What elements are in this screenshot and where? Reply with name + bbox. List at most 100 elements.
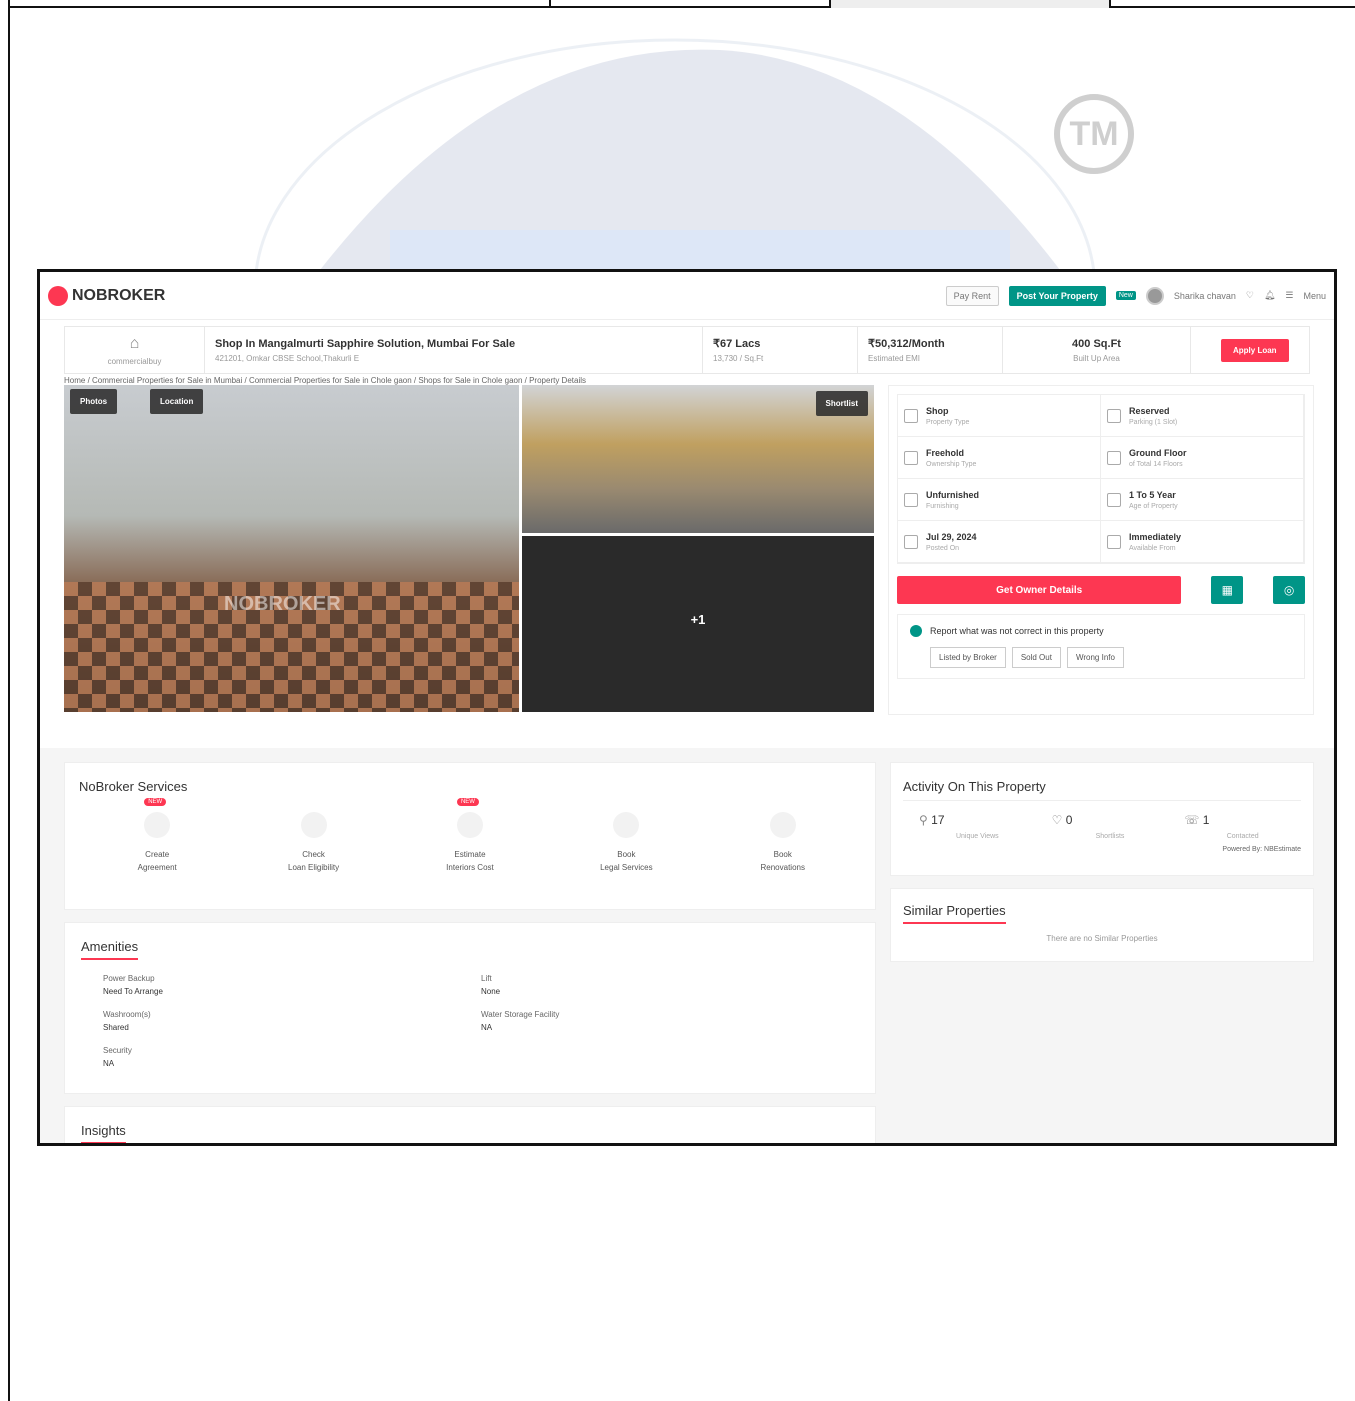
emi-label: Estimated EMI [868,354,921,363]
service-icon [613,812,640,838]
detail-label: Property Type [926,418,970,426]
photos-button[interactable]: Photos [70,389,118,414]
user-icon: ⚲ [919,813,928,827]
detail-cell: Unfurnished Furnishing [898,479,1101,521]
stat-value: 17 [931,813,945,827]
detail-label: Parking (1 Slot) [1129,418,1178,426]
detail-label: Ownership Type [926,460,977,468]
nobroker-logo[interactable]: NOBROKER [48,285,166,306]
amenity-value: None [481,987,501,996]
amenity-item: Power Backup Need To Arrange [103,974,481,996]
avatar[interactable] [1145,286,1164,305]
amenity-value: Need To Arrange [103,987,163,996]
globe-watermark [254,38,1096,270]
activity-stat: ☏ 1 Contacted [1168,813,1301,840]
post-property-button[interactable]: Post Your Property [1008,285,1106,306]
service-item[interactable]: Book Legal Services [581,812,671,872]
amenity-name: Water Storage Facility [481,1010,560,1019]
amenity-item: Washroom(s) Shared [103,1010,481,1032]
service-item[interactable]: NEW Create Agreement [112,798,202,872]
area-label: Built Up Area [1073,353,1120,363]
photo-watermark: NOBROKER [224,593,341,615]
bell-icon[interactable]: 🔔︎ [1264,290,1275,301]
emi-cell[interactable]: ₹50,312/Month Estimated EMI [858,327,1003,373]
category-cell: ⌂ commercialbuy [65,327,205,373]
detail-label: Age of Property [1129,502,1178,510]
phone-icon: ☏ [1184,813,1200,827]
shortlist-heart-icon[interactable]: ♡ [1246,290,1254,301]
info-icon [910,625,922,637]
stat-label: Contacted [1226,833,1259,840]
area-value: 400 Sq.Ft [1072,337,1121,350]
address: 421201, Omkar CBSE School,Thakurli E [215,353,360,363]
detail-cell: Reserved Parking (1 Slot) [1101,395,1304,437]
logo-text: NOBROKER [72,286,166,304]
detail-cell: Jul 29, 2024 Posted On [898,521,1101,563]
detail-value: Shop [926,405,949,416]
detail-value: Reserved [1129,405,1170,416]
trademark-watermark: TM [1054,94,1134,174]
more-photos-tile[interactable]: +1 [522,536,874,712]
menu-label[interactable]: Menu [1303,291,1326,301]
calendar-button[interactable]: ▦ [1211,576,1244,604]
secondary-photo[interactable]: Shortlist [522,385,874,533]
insights-title: Insights [81,1123,126,1143]
price-per-sqft: 13,730 / Sq.Ft [713,354,764,363]
detail-cell: Freehold Ownership Type [898,437,1101,479]
user-name[interactable]: Sharika chavan [1174,291,1236,301]
price-cell: ₹67 Lacs 13,730 / Sq.Ft [703,327,858,373]
service-label-line2: Legal Services [600,863,653,872]
price: ₹67 Lacs [713,338,761,350]
activity-card: Activity On This Property ⚲ 17 Unique Vi… [890,762,1314,876]
detail-label: Available From [1129,544,1176,552]
parking-icon [1107,408,1121,423]
service-item[interactable]: Book Renovations [738,812,828,872]
amenity-value: NA [103,1059,115,1068]
hamburger-icon[interactable]: ☰ [1285,290,1293,301]
detail-value: Unfurnished [926,489,979,500]
insights-card: Insights [64,1106,876,1143]
service-icon [769,812,796,838]
shortlist-button[interactable]: Shortlist [815,391,868,416]
floor-icon [1107,450,1121,465]
activity-stats: ⚲ 17 Unique Views ♡ 0 Shortlists ☏ 1 Conta… [903,813,1301,840]
detail-label: Furnishing [926,502,959,510]
service-label-line2: Loan Eligibility [288,863,340,872]
category-label: commercialbuy [107,356,162,366]
location-button[interactable]: Location [150,389,204,414]
top-navbar: NOBROKER Pay Rent Post Your Property New… [40,272,1334,320]
amenity-name: Security [103,1046,132,1055]
report-sold-out-button[interactable]: Sold Out [1011,647,1061,668]
similar-empty-text: There are no Similar Properties [1046,934,1158,943]
detail-cell: Immediately Available From [1101,521,1304,563]
building-icon [904,408,918,423]
report-text: Report what was not correct in this prop… [930,626,1104,636]
service-icon: NEW [456,798,483,838]
service-item[interactable]: NEW Estimate Interiors Cost [425,798,515,872]
title-cell: Shop In Mangalmurti Sapphire Solution, M… [205,327,703,373]
report-wrong-info-button[interactable]: Wrong Info [1066,647,1124,668]
flag-icon [904,534,918,549]
similar-title: Similar Properties [903,903,1006,924]
pay-rent-button[interactable]: Pay Rent [945,285,999,306]
area-cell: 400 Sq.Ft Built Up Area [1003,327,1191,373]
calendar-icon [1107,534,1121,549]
more-photos-count: +1 [690,612,706,627]
service-item[interactable]: Check Loan Eligibility [269,812,359,872]
stat-label: Shortlists [1095,833,1125,840]
property-header: ⌂ commercialbuy Shop In Mangalmurti Sapp… [64,326,1310,374]
stat-label: Unique Views [955,833,999,840]
services-title: NoBroker Services [79,779,188,794]
chat-button[interactable]: ◎ [1273,576,1305,604]
powered-by: Powered By: NBEstimate [1222,846,1301,853]
detail-value: Ground Floor [1129,447,1187,458]
apply-loan-button[interactable]: Apply Loan [1221,338,1289,362]
service-label-line1: Create [145,850,170,859]
activity-stat: ⚲ 17 Unique Views [903,813,1036,840]
get-owner-details-button[interactable]: Get Owner Details [897,576,1182,604]
service-icon [300,812,327,838]
main-photo[interactable]: NOBROKER Photos Location [64,385,519,712]
new-badge: NEW [456,798,479,806]
heart-icon: ♡ [1051,813,1063,827]
report-listed-by-broker-button[interactable]: Listed by Broker [930,647,1006,668]
